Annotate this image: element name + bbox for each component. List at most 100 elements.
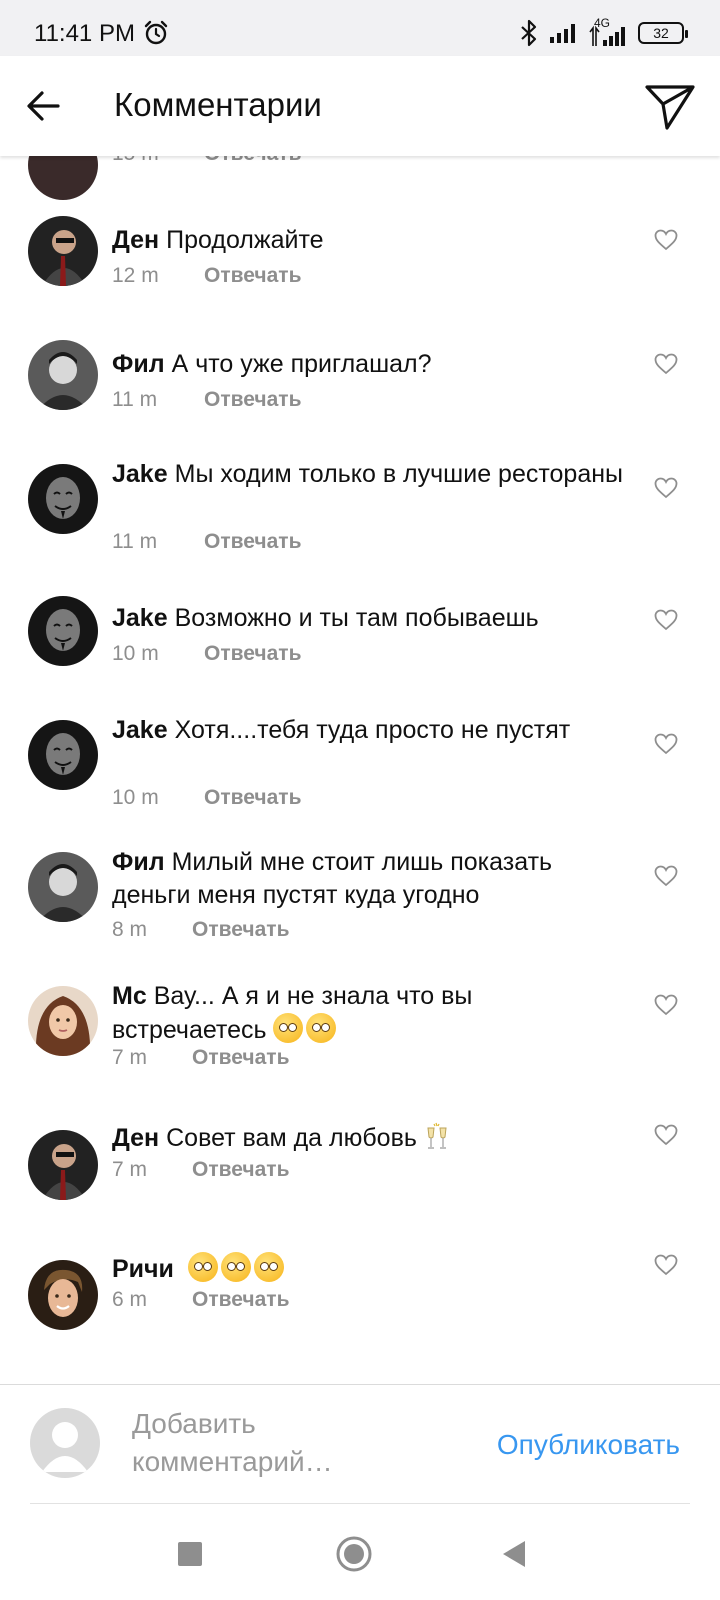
comment-time: 10 m [112,642,159,665]
comment-meta: 10 m Отвечать [112,786,301,810]
page-title: Комментарии [114,86,322,123]
comment-author[interactable]: Mc [112,982,147,1010]
comment-author[interactable]: Jake [112,604,168,632]
avatar-image [28,1260,98,1330]
sweat-smile-emoji [253,1252,284,1282]
comment-body: Возможно и ты там побываешь [174,604,539,632]
triangle-back-icon [503,1541,525,1567]
direct-send-icon[interactable] [644,82,696,132]
flushed-face-emoji [273,1013,304,1043]
comment-author[interactable]: Jake [112,460,168,488]
reply-link[interactable]: Отвечать [204,264,301,288]
comment-time: 8 m [112,918,148,941]
avatar-image [28,852,98,922]
comment-author[interactable]: Фил [112,350,165,378]
avatar[interactable] [28,340,98,410]
comment-time: 7 m [112,1158,148,1181]
comment-meta: 11 m Отвечать [112,530,301,554]
comment-time: 12 m [112,264,159,287]
avatar-image [28,216,98,286]
comment-body: Милый мне стоит лишь показать деньги мен… [112,848,553,909]
comment-time: 6 m [112,1288,148,1311]
comment-text: Mc Вау... А я и не знала что вы встречает… [112,980,632,1047]
reply-link[interactable]: Отвечать [192,918,289,942]
heart-icon[interactable] [654,477,678,499]
comment-body: А что уже приглашал? [171,350,432,378]
comment-text: Jake Возможно и ты там побываешь [112,602,632,635]
heart-icon[interactable] [654,609,678,631]
heart-icon[interactable] [654,1254,678,1276]
reply-link[interactable]: Отвечать [192,1046,289,1070]
comment-author[interactable]: Ден [112,1124,159,1152]
avatar[interactable] [28,1130,98,1200]
comment-text: Ричи [112,1252,632,1286]
heart-icon[interactable] [654,865,678,887]
comment-meta: 8 m Отвечать [112,918,289,942]
reply-link[interactable]: Отвечать [192,1158,289,1182]
square-icon [178,1542,202,1566]
avatar-image [28,596,98,666]
comment-input[interactable] [132,1405,452,1485]
avatar-image [28,720,98,790]
comment-time: 11 m [112,530,158,553]
clinking-glasses-emoji [427,1122,447,1149]
reply-link[interactable]: Отвечать [204,388,301,412]
avatar[interactable] [28,720,98,790]
heart-icon[interactable] [654,1124,678,1146]
back-arrow-icon[interactable] [24,86,64,126]
comment-body: Продолжайте [166,226,324,254]
heart-icon[interactable] [654,733,678,755]
circle-icon [336,1536,372,1572]
comment-author[interactable]: Ричи [112,1255,174,1283]
publish-button[interactable]: Опубликовать [497,1429,680,1461]
default-avatar-icon [42,1422,88,1472]
heart-icon[interactable] [654,994,678,1016]
heart-icon[interactable] [654,229,678,251]
reply-link[interactable]: Отвечать [204,642,301,666]
comment-text: Ден Совет вам да любовь [112,1122,632,1155]
avatar[interactable] [28,986,98,1056]
avatar[interactable] [28,596,98,666]
comment-composer: Опубликовать [0,1385,720,1503]
comment-meta: 7 m Отвечать [112,1158,289,1182]
flushed-face-emoji [187,1252,218,1282]
comment-meta: 10 m Отвечать [112,642,301,666]
avatar [30,1408,100,1478]
avatar-image [28,1130,98,1200]
comments-list[interactable]: 15 m Отвечать ДенПродолжайте 12 m Отвеча… [0,0,720,1384]
app-header: Комментарии [0,56,720,156]
comment-time: 11 m [112,388,158,411]
comment-text: Ден Продолжайте [112,224,632,257]
comment-meta: 6 m Отвечать [112,1288,289,1312]
system-nav-bar [0,1504,720,1600]
comment-meta: 11 m Отвечать [112,388,301,412]
reply-link[interactable]: Отвечать [204,786,301,810]
avatar[interactable] [28,1260,98,1330]
comment-time: 7 m [112,1046,148,1069]
comment-text: Фил Милый мне стоит лишь показать деньги … [112,846,632,912]
comment-text: Фил А что уже приглашал? [112,348,632,381]
avatar-image [28,986,98,1056]
tears-of-joy-emoji [220,1252,251,1282]
heart-icon[interactable] [654,353,678,375]
avatar-image [28,464,98,534]
reply-link[interactable]: Отвечать [204,530,301,554]
recents-button[interactable] [170,1534,210,1574]
hand-over-mouth-emoji [306,1013,337,1043]
avatar[interactable] [28,464,98,534]
avatar[interactable] [28,216,98,286]
avatar[interactable] [28,852,98,922]
comment-author[interactable]: Jake [112,716,168,744]
comment-text: Jake Мы ходим только в лучшие рестораны [112,458,632,491]
comment-body: Совет вам да любовь [166,1124,417,1152]
home-button[interactable] [334,1534,374,1574]
comment-body: Хотя....тебя туда просто не пустят [174,716,571,744]
comment-time: 10 m [112,786,159,809]
comment-meta: 12 m Отвечать [112,264,301,288]
back-button[interactable] [494,1534,534,1574]
comment-text: Jake Хотя....тебя туда просто не пустят [112,714,632,747]
comment-author[interactable]: Ден [112,226,159,254]
avatar-image [28,340,98,410]
comment-author[interactable]: Фил [112,848,165,876]
reply-link[interactable]: Отвечать [192,1288,289,1312]
